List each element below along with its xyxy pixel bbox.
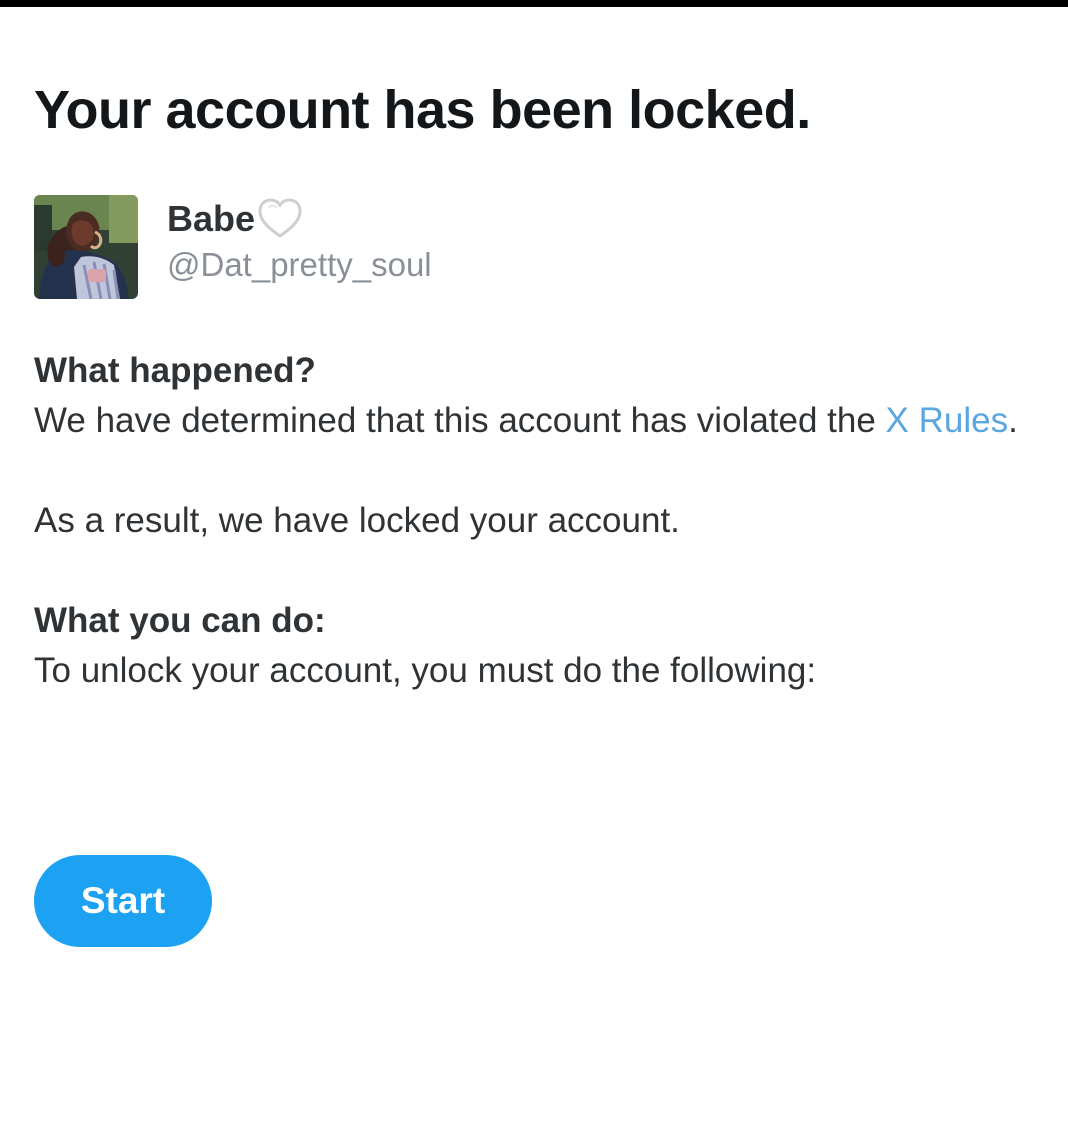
white-heart-icon — [257, 198, 303, 240]
locked-account-page: Your account has been locked. Babe @Dat_… — [34, 78, 1034, 696]
display-name-row: Babe — [167, 197, 432, 241]
start-button[interactable]: Start — [34, 855, 212, 947]
top-bar — [0, 0, 1068, 7]
account-info: Babe @Dat_pretty_soul — [167, 197, 432, 288]
avatar — [34, 195, 138, 299]
violation-text-after-link: . — [1008, 401, 1018, 440]
what-happened-section: What happened? We have determined that t… — [34, 346, 1034, 546]
page-title: Your account has been locked. — [34, 80, 811, 140]
unlock-instructions: To unlock your account, you must do the … — [34, 651, 817, 690]
violation-text-before-link: We have determined that this account has… — [34, 401, 886, 440]
what-happened-heading: What happened? — [34, 351, 316, 390]
what-you-can-do-section: What you can do: To unlock your account,… — [34, 596, 1034, 696]
account-card: Babe @Dat_pretty_soul — [34, 195, 1034, 301]
account-handle: @Dat_pretty_soul — [167, 246, 432, 283]
x-rules-link[interactable]: X Rules — [886, 401, 1009, 440]
display-name: Babe — [167, 198, 256, 239]
what-you-can-do-heading: What you can do: — [34, 601, 326, 640]
violation-text: We have determined that this account has… — [34, 396, 1034, 446]
lock-result-text: As a result, we have locked your account… — [34, 501, 680, 540]
